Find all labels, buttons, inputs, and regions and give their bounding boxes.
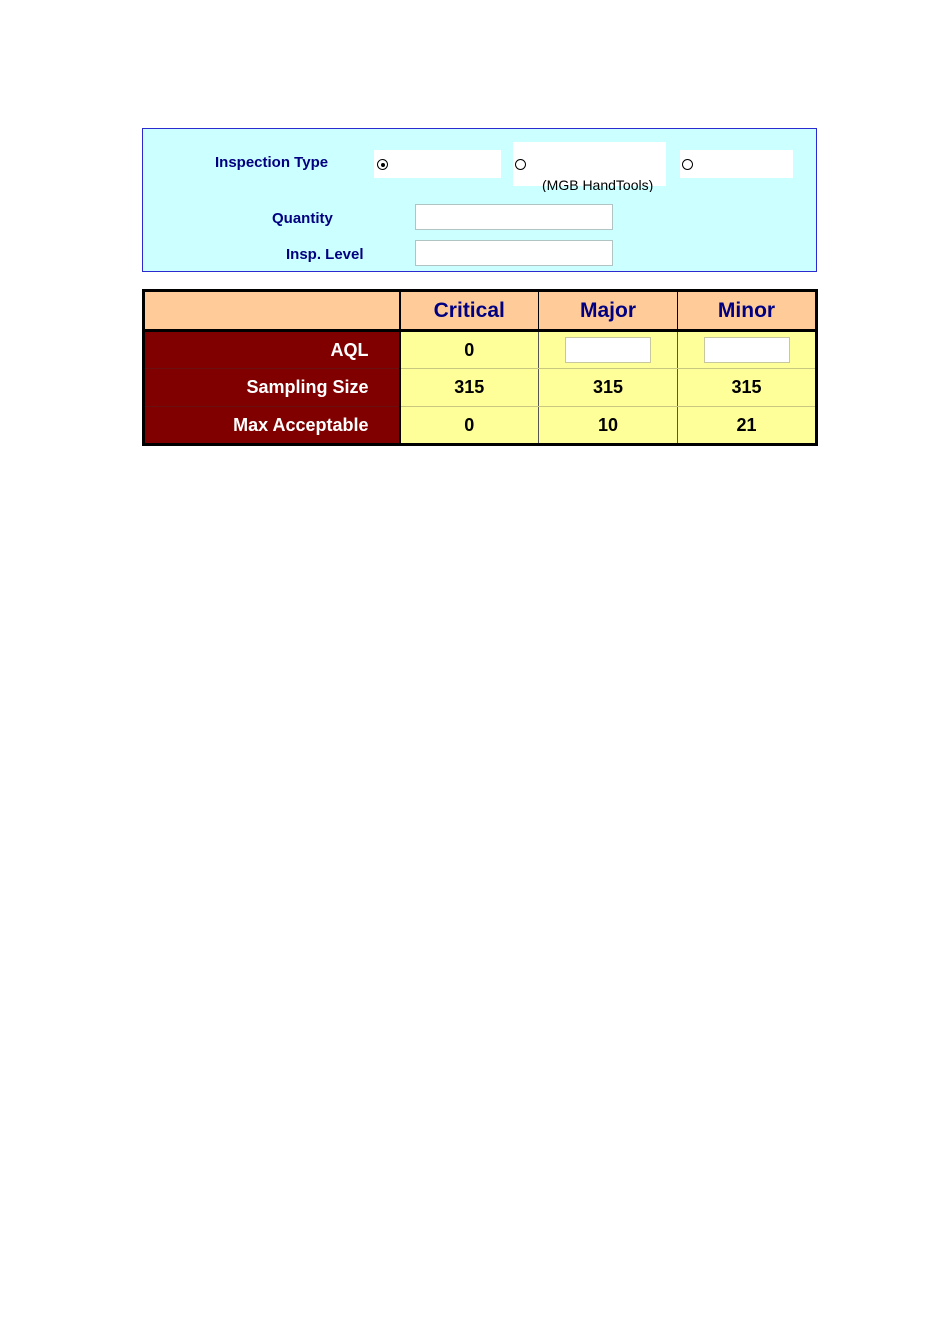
table-row-max-acceptable: Max Acceptable 0 10 21 — [143, 406, 817, 445]
option-2-note: (MGB HandTools) — [542, 180, 654, 192]
row-label-aql: AQL — [143, 330, 401, 369]
column-header-major: Major — [538, 290, 678, 332]
insp-level-label: Insp. Level — [286, 246, 364, 263]
inspection-type-option-1[interactable] — [374, 150, 501, 178]
aql-table: Critical Major Minor AQL 0 Sampling Size… — [142, 289, 818, 446]
column-header-minor: Minor — [677, 290, 817, 332]
max-acceptable-major: 10 — [538, 406, 678, 445]
aql-major-input[interactable] — [565, 337, 651, 363]
radio-checked-icon[interactable] — [377, 159, 388, 170]
table-row-sampling-size: Sampling Size 315 315 315 — [143, 368, 817, 407]
max-acceptable-critical: 0 — [399, 406, 539, 445]
radio-unchecked-icon[interactable] — [682, 159, 693, 170]
quantity-label: Quantity — [272, 210, 333, 227]
inspection-type-option-3[interactable] — [680, 150, 793, 178]
max-acceptable-minor: 21 — [677, 406, 817, 445]
sampling-size-major: 315 — [538, 368, 678, 407]
row-label-sampling-size: Sampling Size — [143, 368, 401, 407]
aql-major-cell — [538, 330, 678, 369]
radio-unchecked-icon[interactable] — [515, 159, 526, 170]
header-row: Critical Major Minor — [143, 290, 817, 332]
corner-cell — [143, 290, 401, 332]
aql-critical-value: 0 — [399, 330, 539, 369]
quantity-input[interactable] — [415, 204, 613, 230]
sampling-size-minor: 315 — [677, 368, 817, 407]
inspection-type-label: Inspection Type — [215, 154, 329, 171]
aql-minor-input[interactable] — [703, 337, 790, 363]
table-row-aql: AQL 0 — [143, 330, 817, 369]
sampling-size-critical: 315 — [399, 368, 539, 407]
aql-minor-cell — [677, 330, 817, 369]
column-header-critical: Critical — [399, 290, 539, 332]
row-label-max-acceptable: Max Acceptable — [143, 406, 401, 445]
inspection-panel: Inspection Type (MGB HandTools) Quantity… — [142, 128, 817, 272]
insp-level-input[interactable] — [415, 240, 613, 266]
